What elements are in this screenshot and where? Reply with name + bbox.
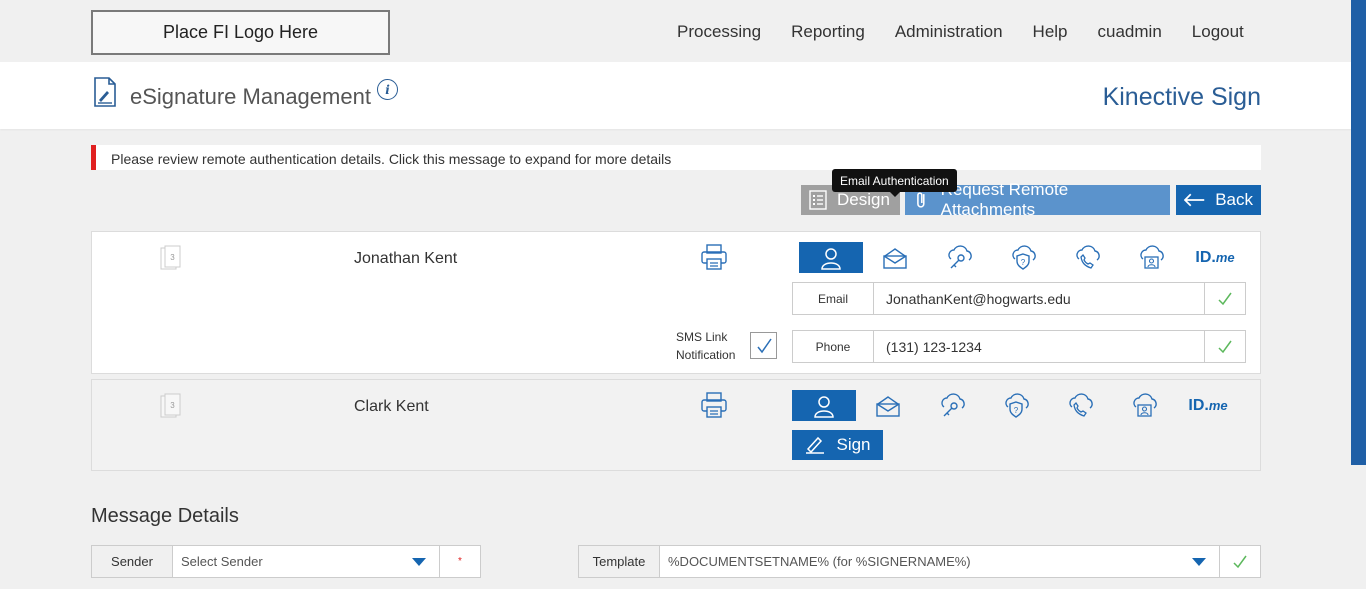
paperclip-icon — [917, 192, 925, 208]
person-icon — [814, 395, 834, 418]
document-stack-icon: 3 — [160, 245, 181, 270]
sms-label-line1: SMS Link — [676, 330, 728, 344]
top-bar: Place FI Logo Here Processing Reporting … — [0, 0, 1351, 62]
shield-cloud-icon: ? — [1012, 244, 1036, 270]
sms-notification-checkbox[interactable] — [750, 332, 777, 359]
auth-question-button[interactable]: ? — [991, 242, 1055, 273]
chevron-down-icon[interactable] — [399, 546, 439, 577]
page-title: eSignature Management — [130, 84, 371, 109]
nav-help[interactable]: Help — [1033, 22, 1068, 42]
person-icon — [821, 247, 841, 270]
email-value[interactable]: JonathanKent@hogwarts.edu — [874, 283, 1204, 314]
phone-cloud-icon — [1076, 244, 1100, 269]
auth-methods: ? ID.me — [799, 242, 1247, 273]
required-marker: * — [439, 546, 480, 577]
email-label: Email — [793, 283, 874, 314]
svg-text:?: ? — [1014, 406, 1019, 415]
key-cloud-icon — [941, 392, 965, 416]
nav-logout[interactable]: Logout — [1192, 22, 1244, 42]
template-label: Template — [579, 546, 660, 577]
nav-user[interactable]: cuadmin — [1098, 22, 1162, 42]
email-auth-tooltip: Email Authentication — [832, 169, 957, 197]
back-button[interactable]: Back — [1176, 185, 1261, 215]
auth-idme-button[interactable]: ID.me — [1176, 390, 1240, 421]
auth-email-button[interactable] — [856, 390, 920, 421]
template-value[interactable]: %DOCUMENTSETNAME% (for %SIGNERNAME%) — [660, 546, 1179, 577]
idme-id: ID. — [1188, 396, 1209, 414]
phone-field: Phone (131) 123-1234 — [792, 330, 1246, 363]
sms-label-line2: Notification — [676, 348, 736, 362]
brand-name: Kinective Sign — [1102, 83, 1261, 111]
checkmark-icon — [756, 338, 772, 353]
auth-phone-button[interactable] — [1048, 390, 1112, 421]
auth-kba-button[interactable] — [927, 242, 991, 273]
auth-email-button[interactable] — [863, 242, 927, 273]
sign-button-label: Sign — [836, 435, 871, 454]
idme-id: ID. — [1195, 248, 1216, 266]
sender-label: Sender — [92, 546, 173, 577]
page-header: eSignature Management i Kinective Sign — [0, 62, 1351, 129]
back-button-label: Back — [1215, 190, 1253, 209]
auth-idme-button[interactable]: ID.me — [1183, 242, 1247, 273]
document-sign-icon — [94, 77, 116, 107]
arrow-left-icon — [1184, 193, 1205, 207]
phone-check-icon — [1204, 331, 1245, 362]
nav-administration[interactable]: Administration — [895, 22, 1003, 42]
envelope-icon — [883, 247, 907, 269]
signer-card: 3 Jonathan Kent ? ID.me Email JonathanKe… — [91, 231, 1261, 374]
auth-kba-button[interactable] — [920, 390, 984, 421]
signer-card: 3 Clark Kent ? ID.me Sign — [91, 379, 1261, 471]
template-select[interactable]: Template %DOCUMENTSETNAME% (for %SIGNERN… — [578, 545, 1261, 578]
svg-text:?: ? — [1021, 258, 1026, 267]
sender-select[interactable]: Sender Select Sender * — [91, 545, 481, 578]
design-button-label: Design — [837, 190, 890, 209]
main-nav: Processing Reporting Administration Help… — [677, 22, 1274, 42]
phone-cloud-icon — [1069, 392, 1093, 417]
chevron-down-icon[interactable] — [1179, 546, 1219, 577]
fi-logo: Place FI Logo Here — [91, 10, 390, 55]
printer-icon[interactable] — [700, 392, 728, 418]
auth-id-button[interactable] — [1112, 390, 1176, 421]
phone-label: Phone — [793, 331, 874, 362]
scrollbar-thumb[interactable] — [1351, 0, 1366, 465]
envelope-icon — [876, 395, 900, 417]
message-details-title: Message Details — [91, 505, 239, 527]
stack-count: 3 — [170, 253, 175, 262]
template-check-icon — [1219, 546, 1260, 577]
auth-question-button[interactable]: ? — [984, 390, 1048, 421]
signer-name: Clark Kent — [354, 398, 429, 415]
key-cloud-icon — [948, 244, 972, 268]
auth-person-button[interactable] — [792, 390, 856, 421]
auth-person-button[interactable] — [799, 242, 863, 273]
sender-value[interactable]: Select Sender — [173, 546, 399, 577]
nav-reporting[interactable]: Reporting — [791, 22, 865, 42]
pen-icon — [806, 436, 825, 454]
sms-link-label: SMS Link Notification — [676, 328, 735, 364]
auth-methods: ? ID.me — [792, 390, 1240, 421]
email-check-icon — [1204, 283, 1245, 314]
request-attachments-label: Request Remote Attachments — [940, 180, 1069, 219]
auth-id-button[interactable] — [1119, 242, 1183, 273]
signer-name: Jonathan Kent — [354, 250, 458, 267]
document-stack-icon: 3 — [160, 393, 181, 418]
idme-logo: ID.me — [1188, 397, 1227, 415]
id-card-cloud-icon — [1140, 244, 1164, 269]
idme-me: me — [1208, 397, 1228, 413]
auth-phone-button[interactable] — [1055, 242, 1119, 273]
list-doc-icon — [809, 190, 827, 210]
phone-value[interactable]: (131) 123-1234 — [874, 331, 1204, 362]
sign-button[interactable]: Sign — [792, 430, 883, 460]
nav-processing[interactable]: Processing — [677, 22, 761, 42]
idme-logo: ID.me — [1195, 249, 1234, 267]
shield-cloud-icon: ? — [1005, 392, 1029, 418]
alert-banner[interactable]: Please review remote authentication deta… — [91, 145, 1261, 170]
stack-count: 3 — [170, 401, 175, 410]
id-card-cloud-icon — [1133, 392, 1157, 417]
printer-icon[interactable] — [700, 244, 728, 270]
email-field: Email JonathanKent@hogwarts.edu — [792, 282, 1246, 315]
idme-me: me — [1215, 249, 1235, 265]
info-icon[interactable]: i — [377, 79, 398, 100]
